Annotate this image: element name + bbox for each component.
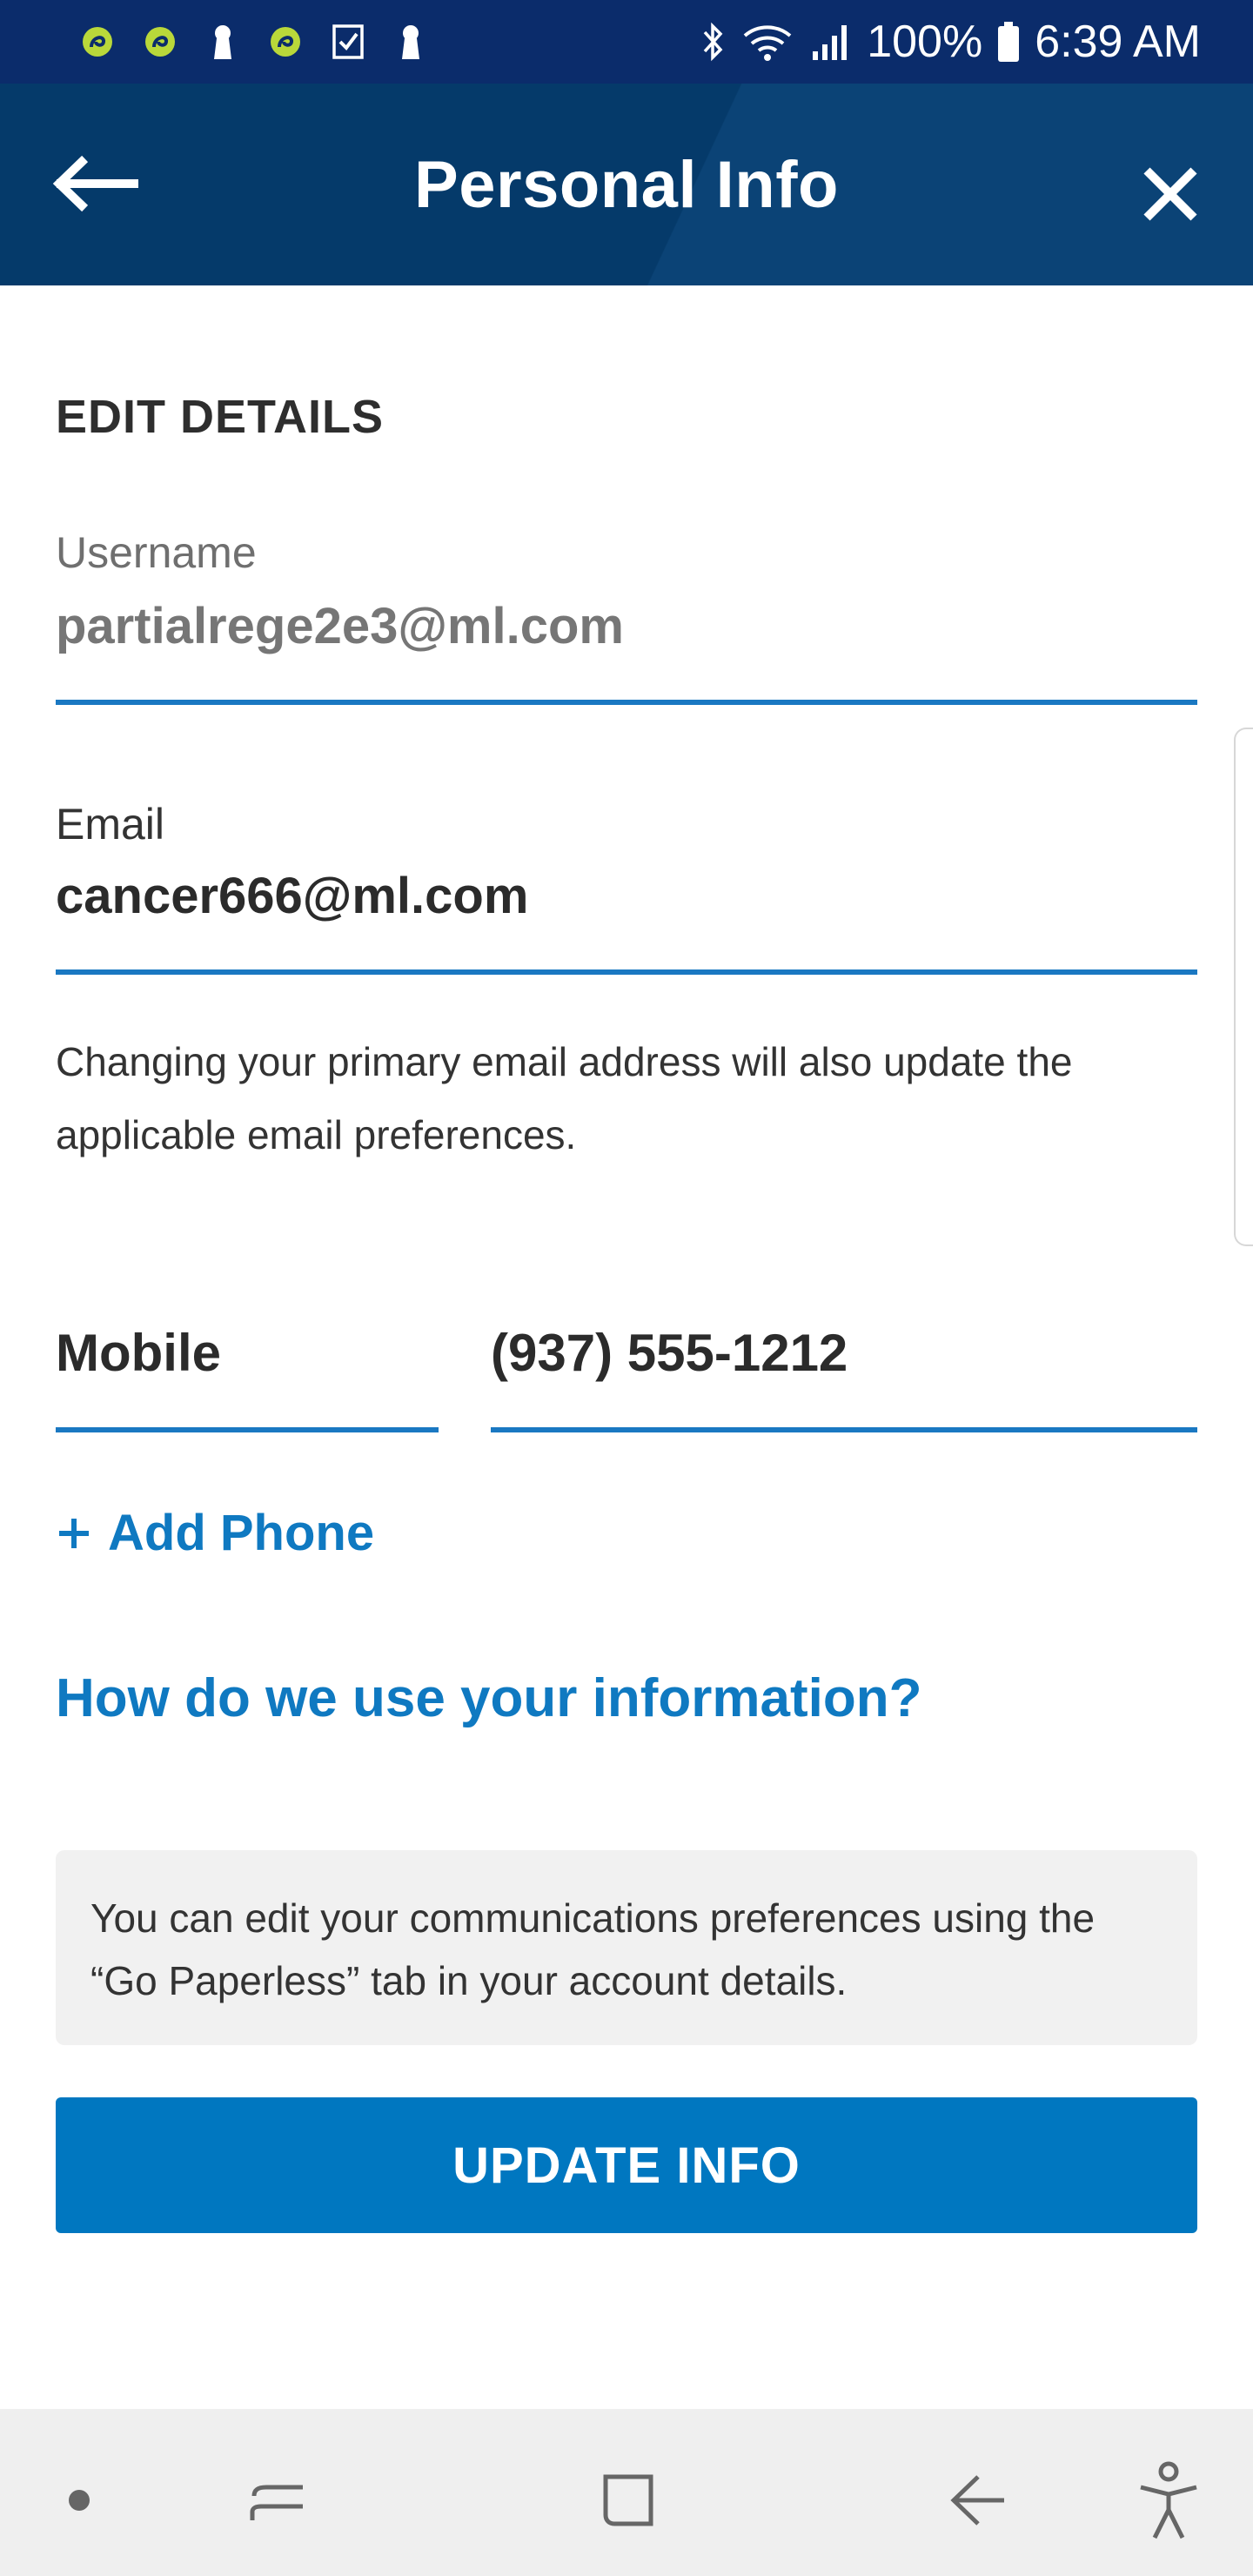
edge-panel-handle[interactable] [1234, 728, 1253, 1246]
app-notification-icon [141, 23, 179, 61]
close-icon [1143, 167, 1197, 221]
app-notification-icon [78, 23, 117, 61]
wifi-icon [740, 20, 795, 64]
arrow-left-icon [52, 155, 138, 212]
system-status: 100% 6:39 AM [700, 16, 1201, 68]
email-field[interactable] [56, 865, 1197, 926]
preferences-note-text: You can edit your communications prefere… [90, 1895, 1096, 2003]
username-label: Username [56, 528, 257, 577]
update-info-button[interactable]: UPDATE INFO [56, 2097, 1197, 2233]
home-button[interactable] [588, 2461, 667, 2539]
bluetooth-icon [700, 20, 726, 64]
accessibility-button[interactable] [1129, 2461, 1208, 2539]
back-arrow-icon [950, 2475, 1004, 2526]
system-back-button[interactable] [940, 2461, 1018, 2539]
keyhole-icon [392, 23, 430, 61]
keyhole-icon [204, 23, 242, 61]
battery-percentage: 100% [867, 17, 983, 67]
section-heading: EDIT DETAILS [56, 391, 385, 443]
username-field[interactable] [56, 595, 1197, 656]
signal-icon [809, 20, 853, 64]
email-label: Email [56, 800, 165, 849]
checklist-icon [329, 23, 367, 61]
home-icon [603, 2474, 653, 2526]
system-navigation-bar [0, 2409, 1253, 2576]
add-phone-label: Add Phone [108, 1505, 375, 1561]
nav-dot-button[interactable] [40, 2461, 118, 2539]
notification-icons [78, 23, 430, 61]
username-underline [56, 700, 1197, 705]
clock: 6:39 AM [1035, 17, 1201, 67]
phone-number-field[interactable]: (937) 555-1212 [491, 1323, 1197, 1383]
back-button[interactable] [52, 153, 139, 214]
close-button[interactable] [1140, 164, 1201, 225]
status-bar: 100% 6:39 AM [0, 0, 1253, 84]
info-usage-link[interactable]: How do we use your information? [56, 1667, 921, 1729]
dot-icon [69, 2490, 90, 2511]
plus-icon [59, 1518, 89, 1548]
battery-icon [996, 20, 1021, 64]
page-title: Personal Info [414, 147, 839, 222]
preferences-note: You can edit your communications prefere… [56, 1850, 1197, 2045]
phone-number-underline [491, 1427, 1197, 1432]
recent-apps-button[interactable] [238, 2461, 317, 2539]
recent-apps-icon [250, 2485, 303, 2520]
app-header: Personal Info [0, 84, 1253, 285]
add-phone-button[interactable]: Add Phone [56, 1504, 374, 1562]
accessibility-icon [1140, 2461, 1197, 2539]
phone-type-select[interactable]: Mobile [56, 1323, 439, 1383]
phone-type-underline [56, 1427, 439, 1432]
email-underline [56, 969, 1197, 975]
email-helper-text: Changing your primary email address will… [56, 1039, 1073, 1157]
app-notification-icon [266, 23, 305, 61]
